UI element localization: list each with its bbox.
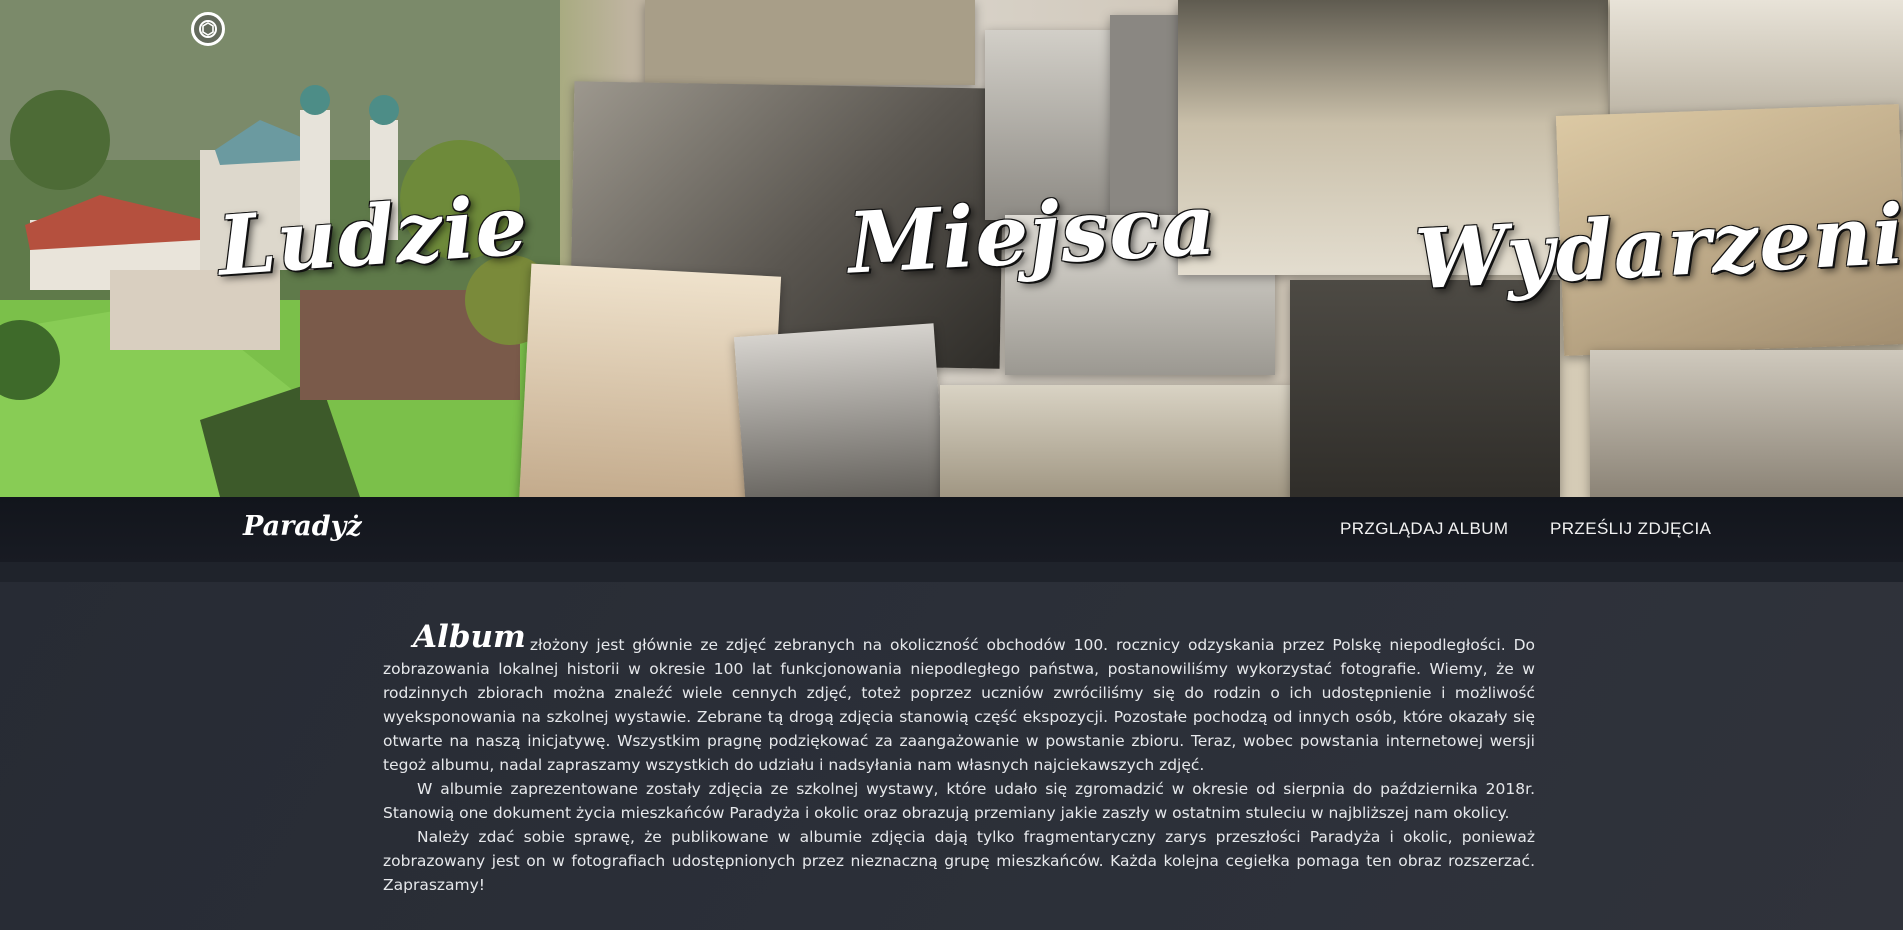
- album-lead-word: Album: [413, 619, 526, 655]
- vintage-photo-women-seated: [1590, 350, 1903, 497]
- paragraph-intro: Album złożony jest głównie ze zdjęć zebra…: [383, 622, 1535, 777]
- nav-send-photos[interactable]: PRZEŚLIJ ZDJĘCIA: [1550, 519, 1711, 539]
- vintage-photo-elders: [1290, 280, 1560, 497]
- vintage-photo-bicycle: [733, 323, 947, 497]
- camera-lens-icon[interactable]: [191, 12, 225, 46]
- navbar-divider: [0, 562, 1903, 582]
- hero-word-places[interactable]: Miejsca: [846, 174, 1219, 292]
- main-content: Album złożony jest głównie ze zdjęć zebra…: [0, 582, 1903, 930]
- paragraph-invitation: Należy zdać sobie sprawę, że publikowane…: [383, 828, 1535, 894]
- vintage-photo-field-work: [940, 385, 1290, 497]
- top-navbar: Paradyż PRZGLĄDAJ ALBUM PRZEŚLIJ ZDJĘCIA: [0, 497, 1903, 562]
- paragraph-intro-text: złożony jest głównie ze zdjęć zebranych …: [383, 636, 1535, 774]
- hero-banner: Ludzie Miejsca Wydarzenia: [0, 0, 1903, 497]
- nav-browse-album[interactable]: PRZGLĄDAJ ALBUM: [1340, 519, 1509, 539]
- album-description: Album złożony jest głównie ze zdjęć zebra…: [383, 622, 1535, 897]
- hero-word-people[interactable]: Ludzie: [215, 177, 531, 294]
- vintage-photo-group: [645, 0, 975, 85]
- brand-logo[interactable]: Paradyż: [243, 511, 362, 542]
- paragraph-exhibition: W albumie zaprezentowane zostały zdjęcia…: [383, 780, 1535, 822]
